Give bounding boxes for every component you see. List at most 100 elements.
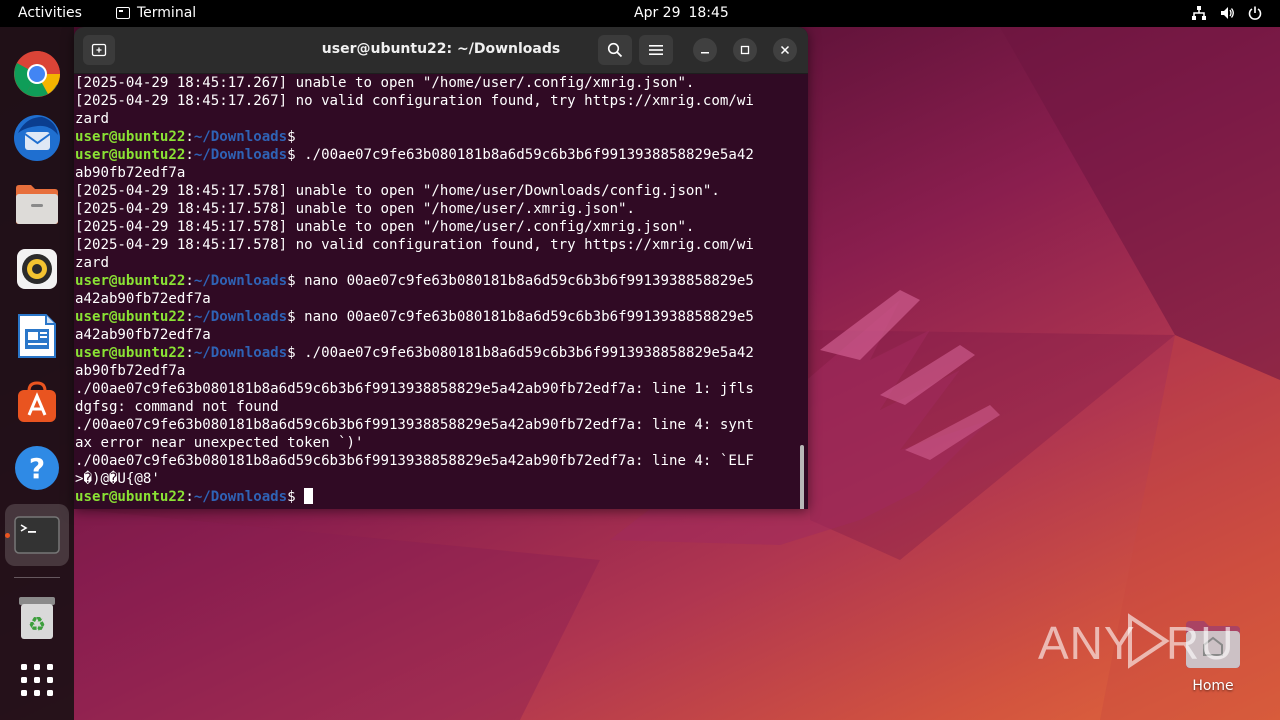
app-center-icon — [18, 381, 56, 422]
prompt-dollar: $ — [287, 129, 296, 145]
output-line: ./00ae07c9fe63b080181b8a6d59c6b3b6f99139… — [75, 381, 754, 397]
command-text: nano 00ae07c9fe63b080181b8a6d59c6b3b6f99… — [295, 273, 754, 289]
output-line: a42ab90fb72edf7a — [75, 327, 211, 343]
dock-item-app-center[interactable] — [11, 376, 63, 428]
output-line: ./00ae07c9fe63b080181b8a6d59c6b3b6f99139… — [75, 417, 754, 433]
output-line: zard — [75, 111, 109, 127]
output-line: [2025-04-29 18:45:17.578] unable to open… — [75, 219, 695, 235]
output-line: [2025-04-29 18:45:17.578] unable to open… — [75, 201, 636, 217]
output-line: [2025-04-29 18:45:17.578] no valid confi… — [75, 237, 754, 253]
output-line: a42ab90fb72edf7a — [75, 291, 211, 307]
prompt-line: user@ubuntu22:~/Downloads$ ./00ae07c9fe6… — [75, 146, 795, 164]
help-icon: ? — [15, 446, 59, 490]
dock-item-help[interactable]: ? — [11, 442, 63, 494]
terminal-scrollbar[interactable] — [800, 445, 804, 509]
prompt-user: user@ubuntu22 — [75, 489, 186, 505]
thunderbird-icon — [14, 115, 60, 161]
prompt-path: ~/Downloads — [193, 147, 288, 163]
anyrun-logo: ANY RUN — [1038, 613, 1238, 669]
home-folder-label[interactable]: Home — [1183, 678, 1243, 694]
output-line: ab90fb72edf7a — [75, 165, 186, 181]
prompt-path: ~/Downloads — [193, 489, 288, 505]
prompt-path: ~/Downloads — [193, 273, 288, 289]
prompt-user: user@ubuntu22 — [75, 147, 186, 163]
close-icon — [780, 45, 790, 55]
prompt-separator: : — [185, 345, 194, 361]
search-button[interactable] — [598, 35, 632, 65]
volume-icon[interactable] — [1218, 4, 1236, 22]
close-button[interactable] — [773, 38, 797, 62]
svg-text:♻: ♻ — [28, 612, 46, 636]
activities-button[interactable]: Activities — [18, 5, 82, 21]
command-text — [296, 489, 305, 505]
prompt-separator: : — [185, 273, 194, 289]
prompt-line: user@ubuntu22:~/Downloads$ — [75, 488, 795, 506]
power-icon[interactable] — [1246, 4, 1264, 22]
dock-item-writer[interactable] — [11, 310, 63, 362]
terminal-icon — [116, 7, 130, 19]
dock-item-show-apps[interactable] — [11, 654, 63, 706]
top-bar: Activities Terminal Apr 29 18:45 — [0, 0, 1280, 27]
dock-item-trash[interactable]: ♻ — [11, 592, 63, 644]
output-line: [2025-04-29 18:45:17.267] no valid confi… — [75, 93, 754, 109]
clock-time: 18:45 — [688, 5, 729, 21]
files-icon — [16, 185, 58, 224]
output-line: >�)@�U{@8' — [75, 471, 160, 487]
terminal-header-bar[interactable]: user@ubuntu22: ~/Downloads — [74, 27, 808, 74]
output-line: ab90fb72edf7a — [75, 363, 186, 379]
output-line: ax error near unexpected token `)' — [75, 435, 364, 451]
output-line: dgfsg: command not found — [75, 399, 279, 415]
prompt-line: user@ubuntu22:~/Downloads$ nano 00ae07c9… — [75, 272, 795, 290]
prompt-separator: : — [185, 489, 194, 505]
command-text: ./00ae07c9fe63b080181b8a6d59c6b3b6f99139… — [295, 345, 754, 361]
terminal-window[interactable]: user@ubuntu22: ~/Downloads [2025-04-29 1… — [74, 27, 808, 509]
prompt-path: ~/Downloads — [193, 129, 288, 145]
app-menu-label: Terminal — [137, 5, 197, 21]
clock-date: Apr 29 — [634, 5, 681, 21]
app-menu[interactable]: Terminal — [116, 5, 196, 21]
prompt-path: ~/Downloads — [193, 345, 288, 361]
dock-item-files[interactable] — [11, 178, 63, 230]
grid-icon — [21, 664, 53, 696]
chrome-icon — [14, 51, 60, 97]
prompt-user: user@ubuntu22 — [75, 309, 186, 325]
prompt-separator: : — [185, 147, 194, 163]
prompt-dollar: $ — [287, 309, 296, 325]
prompt-dollar: $ — [287, 345, 296, 361]
command-text: nano 00ae07c9fe63b080181b8a6d59c6b3b6f99… — [295, 309, 754, 325]
prompt-dollar: $ — [287, 273, 296, 289]
prompt-user: user@ubuntu22 — [75, 273, 186, 289]
prompt-user: user@ubuntu22 — [75, 345, 186, 361]
minimize-button[interactable] — [693, 38, 717, 62]
hamburger-icon — [649, 45, 663, 55]
system-tray[interactable] — [1190, 4, 1264, 22]
menu-button[interactable] — [639, 35, 673, 65]
svg-text:ANY: ANY — [1038, 617, 1136, 669]
dock-item-terminal[interactable] — [5, 504, 69, 566]
prompt-separator: : — [185, 129, 194, 145]
prompt-dollar: $ — [287, 489, 296, 505]
terminal-output[interactable]: [2025-04-29 18:45:17.267] unable to open… — [75, 74, 795, 509]
search-icon — [607, 42, 623, 58]
prompt-line: user@ubuntu22:~/Downloads$ ./00ae07c9fe6… — [75, 344, 795, 362]
prompt-line: user@ubuntu22:~/Downloads$ nano 00ae07c9… — [75, 308, 795, 326]
svg-text:RUN: RUN — [1166, 617, 1238, 669]
maximize-button[interactable] — [733, 38, 757, 62]
output-line: zard — [75, 255, 109, 271]
dock-item-thunderbird[interactable] — [11, 112, 63, 164]
anyrun-watermark: ANY RUN — [1038, 607, 1238, 675]
output-line: [2025-04-29 18:45:17.267] unable to open… — [75, 75, 695, 91]
dock-item-chrome[interactable] — [11, 48, 63, 100]
output-line: ./00ae07c9fe63b080181b8a6d59c6b3b6f99139… — [75, 453, 754, 469]
output-line: [2025-04-29 18:45:17.578] unable to open… — [75, 183, 720, 199]
prompt-line: user@ubuntu22:~/Downloads$ — [75, 128, 795, 146]
terminal-icon — [14, 516, 60, 554]
prompt-path: ~/Downloads — [193, 309, 288, 325]
trash-icon: ♻ — [19, 597, 55, 639]
writer-icon — [18, 314, 56, 358]
svg-text:?: ? — [29, 452, 45, 485]
clock[interactable]: Apr 29 18:45 — [634, 5, 729, 21]
network-icon[interactable] — [1190, 4, 1208, 22]
minimize-icon — [701, 52, 709, 54]
dock-item-rhythmbox[interactable] — [11, 243, 63, 295]
